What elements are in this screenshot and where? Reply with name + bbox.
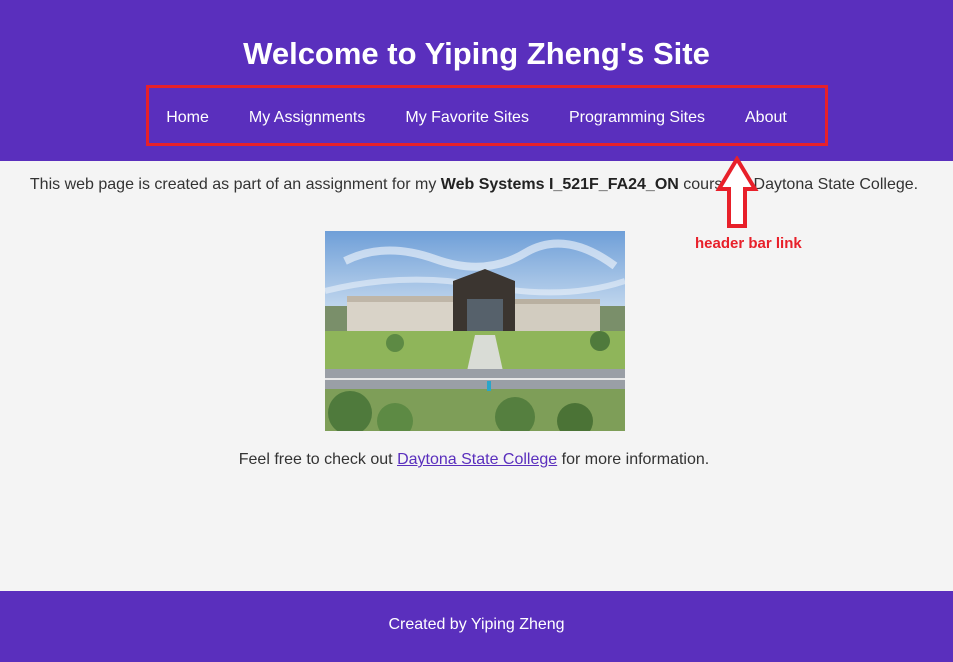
intro-text: This web page is created as part of an a… bbox=[0, 175, 948, 195]
annotation-highlight-box bbox=[146, 85, 828, 146]
annotation-arrow-icon bbox=[715, 156, 759, 228]
more-info-text: Feel free to check out Daytona State Col… bbox=[0, 450, 948, 470]
more-info-after: for more information. bbox=[557, 451, 710, 468]
page-title: Welcome to Yiping Zheng's Site bbox=[243, 36, 710, 71]
site-footer: Created by Yiping Zheng bbox=[0, 591, 953, 662]
annotation-label: header bar link bbox=[695, 235, 802, 252]
intro-before: This web page is created as part of an a… bbox=[29, 176, 441, 193]
daytona-state-college-link[interactable]: Daytona State College bbox=[397, 451, 557, 468]
course-name: Web Systems I_521F_FA24_ON bbox=[440, 176, 679, 193]
more-info-before: Feel free to check out bbox=[238, 451, 398, 468]
footer-text: Created by Yiping Zheng bbox=[388, 616, 565, 633]
campus-photo bbox=[325, 231, 625, 431]
